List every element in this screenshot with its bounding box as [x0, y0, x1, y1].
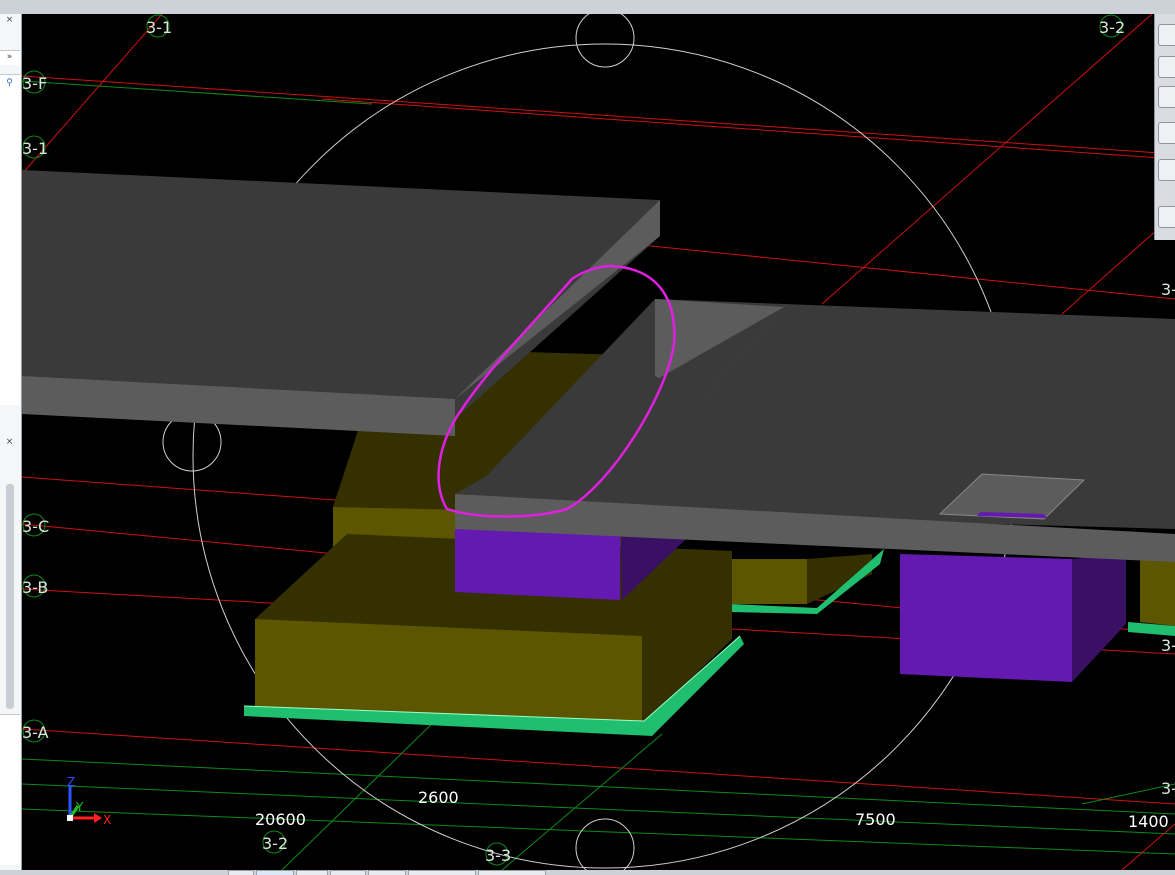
- pan-icon[interactable]: [1158, 56, 1175, 78]
- look-icon[interactable]: [1158, 159, 1175, 181]
- grid-label: 3-C: [22, 517, 49, 536]
- navigation-toolbar: [1154, 14, 1175, 240]
- panel-header: »: [0, 50, 20, 65]
- properties-panel: ⚲: [0, 74, 20, 405]
- left-panel: × » ⚲ ×: [0, 14, 22, 870]
- 3d-viewport[interactable]: 3-1 3-2 3-F 3-1 3-C 3-B 3-A 3-2 3-3 3- 3…: [22, 14, 1175, 870]
- grid-label: 3-B: [22, 578, 48, 597]
- settings-icon[interactable]: [1158, 206, 1175, 228]
- close-icon-lower[interactable]: ×: [2, 436, 17, 449]
- dimension-label: 20600: [255, 810, 306, 829]
- grid-label: 3-3: [485, 846, 511, 865]
- dimension-label: 7500: [855, 810, 896, 829]
- dimension-label: 2600: [418, 788, 459, 807]
- axis-y-label: Y: [75, 800, 84, 814]
- scrollbar[interactable]: [6, 484, 14, 709]
- model-canvas[interactable]: 3-1 3-2 3-F 3-1 3-C 3-B 3-A 3-2 3-3 3- 3…: [22, 14, 1175, 870]
- layout-tab[interactable]: [228, 870, 254, 875]
- grid-label: 3-A: [22, 723, 49, 742]
- layout-tab[interactable]: [296, 870, 328, 875]
- grid-label: 3-F: [22, 74, 47, 93]
- lower-panel: [0, 714, 20, 865]
- search-icon[interactable]: ⚲: [2, 77, 17, 90]
- layout-tab[interactable]: [368, 870, 406, 875]
- expand-icon[interactable]: »: [2, 51, 17, 64]
- layout-tab[interactable]: [478, 870, 546, 875]
- view-cube-icon[interactable]: [1158, 24, 1175, 46]
- grid-label: 3-: [1161, 636, 1175, 655]
- orbit-icon[interactable]: [1158, 122, 1175, 144]
- grid-label: 3-2: [1099, 18, 1125, 37]
- layout-tab[interactable]: [408, 870, 476, 875]
- grid-label: 3-1: [22, 139, 48, 158]
- grid-label: 3-: [1161, 779, 1175, 798]
- slab-right: [455, 299, 1175, 562]
- layout-tab[interactable]: [256, 870, 294, 875]
- axis-triad-icon: Z Y X: [67, 775, 111, 827]
- pedestal-right: [900, 554, 1126, 682]
- close-icon[interactable]: ×: [2, 14, 17, 27]
- grid-label: 3-: [1161, 280, 1175, 299]
- layout-tab[interactable]: [330, 870, 366, 875]
- grid-label: 3-1: [146, 18, 172, 37]
- axis-z-label: Z: [67, 775, 75, 789]
- dimension-label: 1400: [1128, 812, 1169, 831]
- grid-label: 3-2: [262, 834, 288, 853]
- zoom-icon[interactable]: [1158, 86, 1175, 108]
- axis-x-label: X: [103, 813, 111, 827]
- status-bar: [0, 870, 1175, 875]
- title-bar: [0, 0, 1175, 15]
